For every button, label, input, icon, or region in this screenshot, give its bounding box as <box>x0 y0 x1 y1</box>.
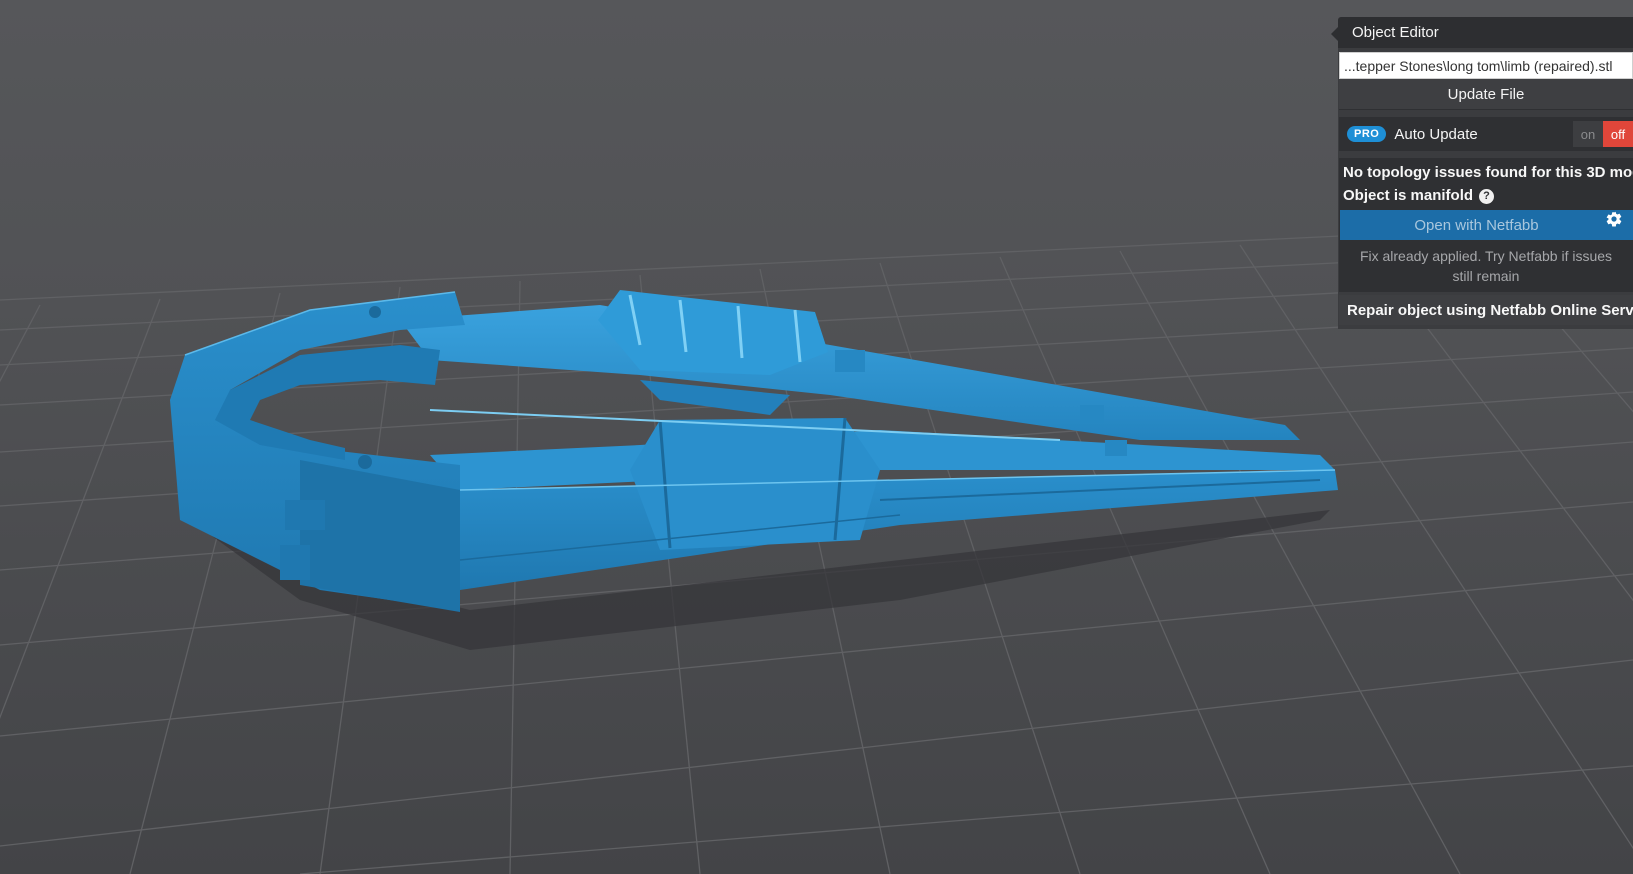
update-file-button[interactable]: Update File <box>1339 79 1633 110</box>
object-editor-title: Object Editor <box>1352 24 1439 41</box>
repair-netfabb-online-button[interactable]: Repair object using Netfabb Online Servi… <box>1339 295 1633 325</box>
manifold-status-row: Object is manifold? <box>1343 184 1629 207</box>
toggle-off-option[interactable]: off <box>1603 121 1633 147</box>
open-with-netfabb-button[interactable]: Open with Netfabb <box>1340 217 1633 234</box>
object-editor-header: Object Editor <box>1331 17 1633 48</box>
manifold-status: Object is manifold <box>1343 187 1474 204</box>
gear-icon[interactable] <box>1605 210 1633 240</box>
file-path-field[interactable] <box>1339 52 1633 79</box>
question-circle-icon[interactable]: ? <box>1479 189 1495 204</box>
netfabb-row: Open with Netfabb <box>1340 210 1633 240</box>
pro-badge: PRO <box>1347 126 1387 142</box>
model-status-box: No topology issues found for this 3D mod… <box>1339 158 1633 292</box>
fix-applied-note: Fix already applied. Try Netfabb if issu… <box>1359 248 1613 284</box>
object-editor-body: Update File PRO Auto Update on off No to… <box>1338 48 1633 329</box>
topology-status: No topology issues found for this 3D mod… <box>1343 164 1633 181</box>
toggle-on-option[interactable]: on <box>1573 121 1603 147</box>
3d-viewport[interactable]: Object Editor Update File PRO Auto Updat… <box>0 0 1633 874</box>
auto-update-label: Auto Update <box>1394 125 1478 143</box>
object-editor-panel: Object Editor Update File PRO Auto Updat… <box>1331 17 1633 329</box>
auto-update-row: PRO Auto Update on off <box>1339 117 1633 151</box>
auto-update-toggle[interactable]: on off <box>1573 121 1633 147</box>
